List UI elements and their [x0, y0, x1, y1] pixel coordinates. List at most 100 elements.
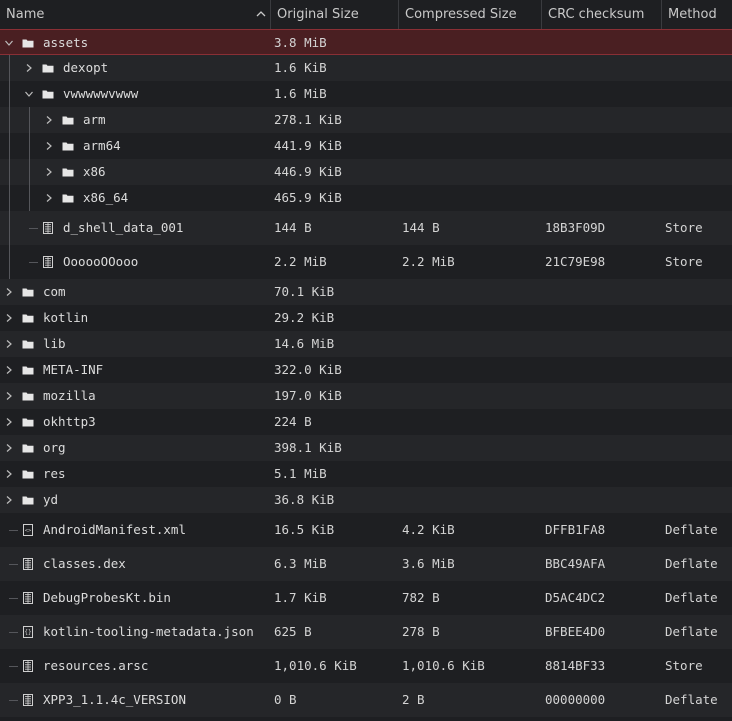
binary-file-icon	[43, 256, 53, 268]
tree-row[interactable]: yd 36.8 KiB	[0, 487, 732, 513]
cell-original-size: 2.2 MiB	[274, 254, 327, 269]
tree-row[interactable]: {} kotlin-tooling-metadata.json 625 B 278 B…	[0, 615, 732, 649]
tree-row[interactable]: okhttp3 224 B	[0, 409, 732, 435]
cell-method: Deflate	[665, 624, 718, 639]
chevron-down-icon[interactable]	[4, 38, 14, 48]
chevron-right-icon[interactable]	[4, 443, 14, 453]
column-header-original-size[interactable]: Original Size	[271, 0, 399, 29]
folder-icon	[22, 340, 34, 349]
cell-original-size: 0 B	[274, 692, 297, 707]
cell-original-size: 70.1 KiB	[274, 284, 335, 299]
cell-compressed-size: 1,010.6 KiB	[402, 658, 485, 673]
tree-row-name: mozilla	[43, 388, 96, 403]
binary-file-icon	[23, 558, 33, 570]
cell-compressed-size: 3.6 MiB	[402, 556, 455, 571]
chevron-right-icon[interactable]	[4, 287, 14, 297]
cell-compressed-size: 144 B	[402, 220, 440, 235]
column-header-compressed-size[interactable]: Compressed Size	[399, 0, 542, 29]
tree-row[interactable]: res 5.1 MiB	[0, 461, 732, 487]
cell-compressed-size: 2 B	[402, 692, 425, 707]
tree-row-name: arm	[83, 112, 106, 127]
tree-guide-line	[29, 185, 30, 211]
tree-guide-line	[9, 55, 10, 81]
cell-compressed-size: 278 B	[402, 624, 440, 639]
chevron-right-icon[interactable]	[4, 417, 14, 427]
tree-row-name: META-INF	[43, 362, 104, 377]
tree-row[interactable]: lib 14.6 MiB	[0, 331, 732, 357]
cell-original-size: 5.1 MiB	[274, 466, 327, 481]
chevron-right-icon[interactable]	[44, 141, 54, 151]
folder-icon	[62, 194, 74, 203]
tree-row-name: vwwwwwvwww	[63, 86, 139, 101]
tree-row[interactable]: d_shell_data_001 144 B 144 B 18B3F09D Store	[0, 211, 732, 245]
binary-file-icon	[23, 660, 33, 672]
tree-row-name: org	[43, 440, 66, 455]
chevron-right-icon[interactable]	[24, 63, 34, 73]
tree-row[interactable]: XPP3_1.1.4c_VERSION 0 B 2 B 00000000 Deflate	[0, 683, 732, 717]
tree-row[interactable]: arm 278.1 KiB	[0, 107, 732, 133]
folder-icon	[42, 64, 54, 73]
tree-row-name: kotlin-tooling-metadata.json	[43, 624, 254, 639]
tree-row[interactable]: classes.dex 6.3 MiB 3.6 MiB BBC49AFA Deflate	[0, 547, 732, 581]
cell-crc-checksum: DFFB1FA8	[545, 522, 606, 537]
column-header-name-label: Name	[6, 7, 45, 22]
tree-guide-line	[29, 107, 30, 133]
chevron-right-icon[interactable]	[4, 391, 14, 401]
tree-row[interactable]: assets 3.8 MiB	[0, 29, 732, 55]
sort-ascending-icon[interactable]	[254, 7, 268, 21]
chevron-right-icon[interactable]	[44, 193, 54, 203]
chevron-right-icon[interactable]	[4, 495, 14, 505]
chevron-right-icon[interactable]	[4, 339, 14, 349]
tree-row[interactable]: META-INF 322.0 KiB	[0, 357, 732, 383]
tree-connector	[9, 564, 18, 565]
tree-row[interactable]: x86 446.9 KiB	[0, 159, 732, 185]
tree-row[interactable]: OooooOOooo 2.2 MiB 2.2 MiB 21C79E98 Store	[0, 245, 732, 279]
column-header-name[interactable]: Name	[0, 0, 271, 29]
binary-file-icon	[23, 592, 33, 604]
tree-row-name: d_shell_data_001	[63, 220, 184, 235]
tree-guide-line	[29, 133, 30, 159]
tree-row[interactable]: vwwwwwvwww 1.6 MiB	[0, 81, 732, 107]
cell-original-size: 625 B	[274, 624, 312, 639]
folder-icon	[22, 418, 34, 427]
tree-row[interactable]: org 398.1 KiB	[0, 435, 732, 461]
cell-original-size: 446.9 KiB	[274, 164, 342, 179]
folder-icon	[22, 314, 34, 323]
tree-row[interactable]: x86_64 465.9 KiB	[0, 185, 732, 211]
tree-row-name: OooooOOooo	[63, 254, 139, 269]
tree-connector	[9, 530, 18, 531]
tree-row[interactable]: kotlin 29.2 KiB	[0, 305, 732, 331]
tree-row-name: classes.dex	[43, 556, 126, 571]
tree-row[interactable]: DebugProbesKt.bin 1.7 KiB 782 B D5AC4DC2 Def…	[0, 581, 732, 615]
tree-guide-line	[9, 211, 10, 245]
chevron-right-icon[interactable]	[4, 469, 14, 479]
chevron-right-icon[interactable]	[44, 115, 54, 125]
code-file-icon: <>	[23, 524, 33, 536]
chevron-down-icon[interactable]	[24, 89, 34, 99]
cell-method: Store	[665, 658, 703, 673]
tree-row[interactable]: <> AndroidManifest.xml 16.5 KiB 4.2 KiB DFFB…	[0, 513, 732, 547]
tree-row[interactable]: arm64 441.9 KiB	[0, 133, 732, 159]
chevron-right-icon[interactable]	[4, 313, 14, 323]
chevron-right-icon[interactable]	[44, 167, 54, 177]
tree-connector	[29, 262, 38, 263]
cell-original-size: 3.8 MiB	[274, 35, 327, 50]
column-header-crc-checksum[interactable]: CRC checksum	[542, 0, 662, 29]
archive-tree-view[interactable]: Name Original Size Compressed Size CRC c…	[0, 0, 732, 721]
cell-original-size: 441.9 KiB	[274, 138, 342, 153]
json-file-icon: {}	[23, 626, 33, 638]
tree-row[interactable]: resources.arsc 1,010.6 KiB 1,010.6 KiB 8814…	[0, 649, 732, 683]
tree-guide-line	[29, 159, 30, 185]
column-header-original-size-label: Original Size	[277, 7, 359, 22]
folder-icon	[22, 392, 34, 401]
cell-method: Deflate	[665, 522, 718, 537]
tree-row[interactable]: dexopt 1.6 KiB	[0, 55, 732, 81]
cell-original-size: 36.8 KiB	[274, 492, 335, 507]
tree-row[interactable]: com 70.1 KiB	[0, 279, 732, 305]
chevron-right-icon[interactable]	[4, 365, 14, 375]
tree-row[interactable]: mozilla 197.0 KiB	[0, 383, 732, 409]
folder-icon	[22, 444, 34, 453]
tree-row-name: assets	[43, 35, 89, 50]
column-header-method[interactable]: Method	[662, 0, 732, 29]
tree-guide-line	[9, 107, 10, 133]
